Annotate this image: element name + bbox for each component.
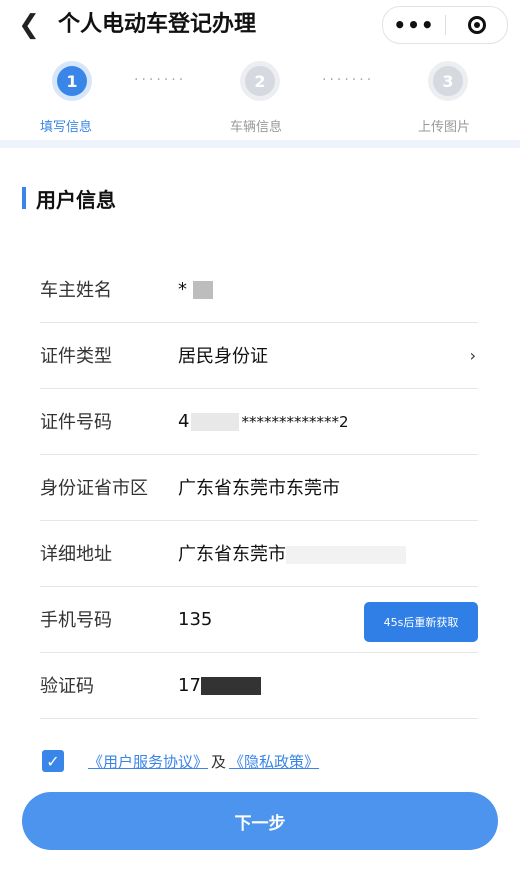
id-number-row[interactable]: 证件号码 4 *************2 [40,388,478,455]
mini-program-capsule: ••• [382,6,508,44]
id-region-value: 广东省东莞市东莞市 [178,478,340,499]
id-number-label: 证件号码 [40,412,112,433]
redaction-mask [191,412,240,431]
owner-name-value[interactable]: * [178,279,213,300]
top-bar: ❮ 个人电动车登记办理 ••• [0,0,520,52]
id-type-value: 居民身份证 [178,346,268,367]
page-title: 个人电动车登记办理 [58,12,257,37]
phone-value: 135 [178,608,213,630]
step-connector-1: ······· [134,72,187,88]
target-circle-icon [467,16,486,34]
address-row[interactable]: 详细地址 广东省东莞市 [40,520,478,587]
id-region-label: 身份证省市区 [40,478,148,499]
owner-name-label: 车主姓名 [40,280,112,301]
section-header: 用户信息 [22,186,116,212]
address-value[interactable]: 广东省东莞市 [178,540,406,566]
agreement-checkbox[interactable]: ✓ [42,750,64,772]
step-2-circle: 2 [245,66,275,96]
id-type-row[interactable]: 证件类型 居民身份证 › [40,322,478,389]
next-step-button[interactable]: 下一步 [22,792,498,850]
phone-row[interactable]: 手机号码 135 45s后重新获取 [40,586,478,653]
step-1-label: 填写信息 [40,120,93,135]
section-title: 用户信息 [36,187,116,212]
redaction-mask [200,676,261,695]
redaction-mask [193,280,213,299]
back-button[interactable]: ❮ [14,10,44,40]
address-text: 广东省东莞市 [178,544,286,565]
resend-code-button[interactable]: 45s后重新获取 [364,602,478,642]
service-agreement-link[interactable]: 《用户服务协议》 [88,751,208,772]
step-connector-2: ······· [322,72,375,88]
phone-label: 手机号码 [40,610,112,631]
more-dots-icon: ••• [393,13,435,37]
owner-name-text: * [178,278,187,300]
owner-name-row[interactable]: 车主姓名 * [40,256,478,323]
address-label: 详细地址 [40,544,112,565]
id-number-prefix: 4 [178,410,190,432]
verify-code-label: 验证码 [40,676,94,697]
privacy-policy-link[interactable]: 《隐私政策》 [229,751,319,772]
step-2-label: 车辆信息 [230,120,283,135]
form-card: 用户信息 车主姓名 * 证件类型 居民身份证 › 证件号码 4 *********… [0,148,520,872]
step-3-circle: 3 [433,66,463,96]
verify-code-row[interactable]: 验证码 17 [40,652,478,719]
chevron-right-icon: › [469,345,476,365]
agreement-row: ✓ 《用户服务协议》 及 《隐私政策》 [42,750,319,772]
id-region-row[interactable]: 身份证省市区 广东省东莞市东莞市 [40,454,478,521]
section-accent-bar [22,187,26,209]
id-number-masked: *************2 [241,412,349,431]
agreement-and-text: 及 [211,752,227,771]
verify-code-text: 17 [178,674,201,696]
redaction-mask [286,546,406,564]
close-button[interactable] [446,16,507,34]
verify-code-value[interactable]: 17 [178,675,261,696]
step-1-circle: 1 [57,66,87,96]
step-indicator: 1 ······· 2 ······· 3 填写信息 车辆信息 上传图片 [0,52,520,140]
more-button[interactable]: ••• [383,13,445,37]
id-type-label: 证件类型 [40,346,112,367]
chevron-left-icon: ❮ [18,10,40,40]
step-3-label: 上传图片 [418,120,471,135]
check-icon: ✓ [46,751,60,771]
id-number-value[interactable]: 4 *************2 [178,411,349,432]
